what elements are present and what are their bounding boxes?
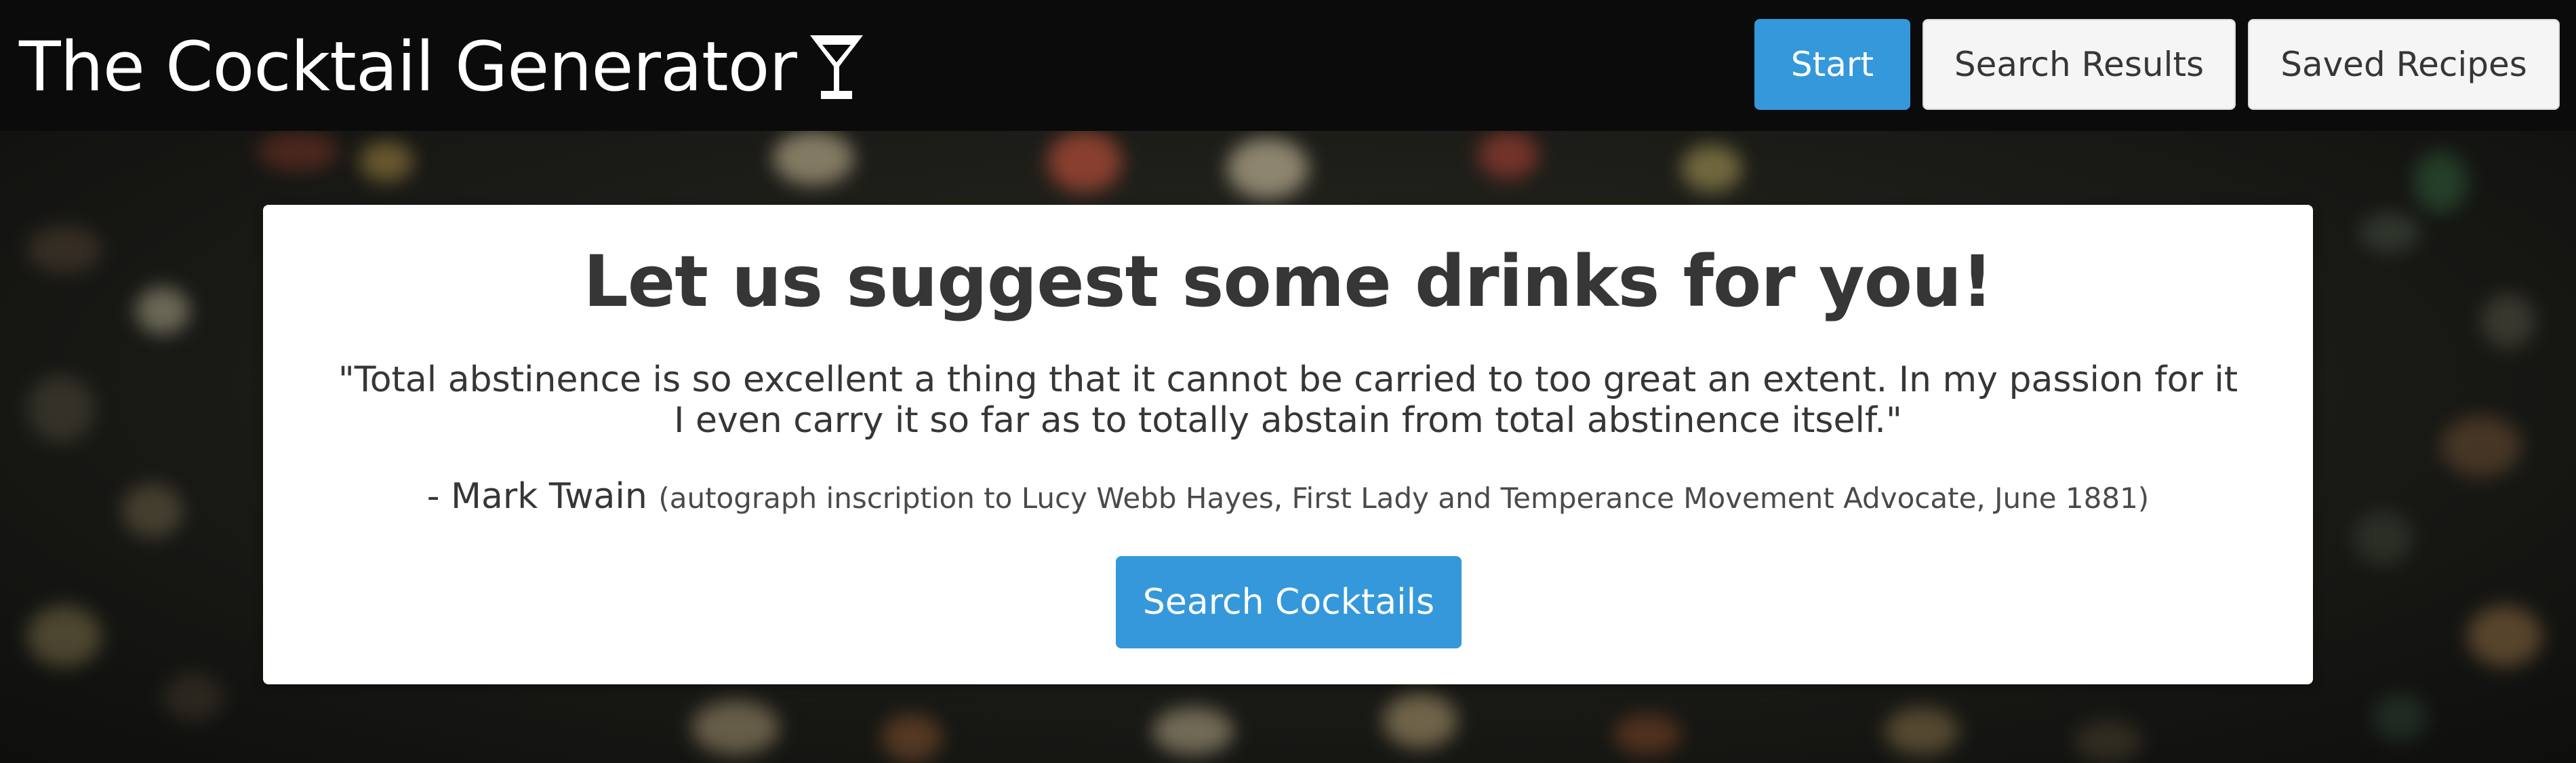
saved-recipes-button[interactable]: Saved Recipes — [2248, 19, 2560, 110]
brand-title: The Cocktail Generator — [19, 26, 797, 106]
quote-source: (autograph inscription to Lucy Webb Haye… — [658, 482, 2150, 515]
page-title: Let us suggest some drinks for you! — [583, 240, 1993, 323]
quote-author: - Mark Twain — [426, 476, 647, 517]
brand[interactable]: The Cocktail Generator — [19, 26, 866, 107]
cocktail-glass-icon — [809, 35, 863, 99]
quote-text: "Total abstinence is so excellent a thin… — [338, 359, 2238, 441]
search-cocktails-button[interactable]: Search Cocktails — [1116, 556, 1462, 648]
hero-card: Let us suggest some drinks for you! "Tot… — [263, 205, 2313, 684]
quote-attribution: - Mark Twain (autograph inscription to L… — [263, 476, 2313, 517]
search-results-button[interactable]: Search Results — [1923, 19, 2236, 110]
start-button[interactable]: Start — [1754, 19, 1910, 110]
navbar: The Cocktail Generator Start Search Resu… — [0, 0, 2576, 131]
